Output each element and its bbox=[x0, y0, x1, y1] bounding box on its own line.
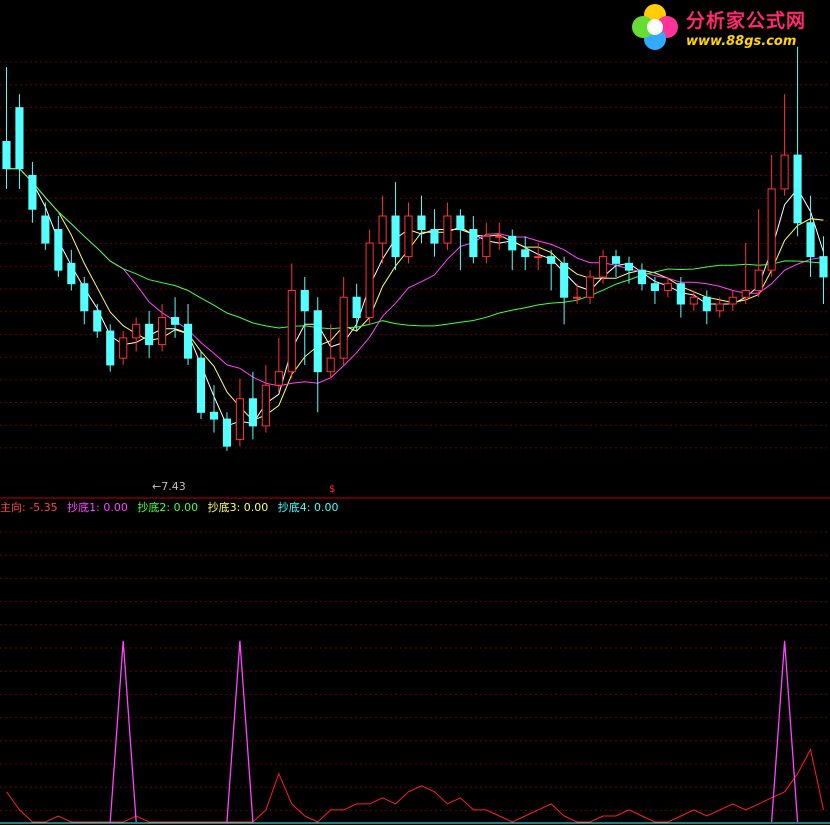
chaodi1-spike bbox=[109, 640, 137, 823]
candle-down bbox=[469, 229, 478, 258]
indicator-legend: 主向: -5.35 抄底1: 0.00 抄底2: 0.00 抄底3: 0.00 … bbox=[0, 499, 344, 515]
legend-chaodi3: 抄底3: 0.00 bbox=[207, 501, 269, 514]
candle-down bbox=[793, 154, 802, 224]
candle-up bbox=[158, 317, 167, 346]
candle-down bbox=[300, 289, 309, 312]
candle-down bbox=[521, 249, 530, 258]
candle-down bbox=[80, 283, 89, 312]
signal-marker: $ bbox=[329, 484, 336, 495]
candle-down bbox=[391, 215, 400, 258]
candle-down bbox=[637, 269, 647, 285]
candle-down bbox=[183, 323, 193, 359]
candle-up bbox=[534, 256, 543, 259]
candle-up bbox=[443, 215, 452, 244]
candle-down bbox=[676, 283, 685, 305]
legend-chaodi4: 抄底4: 0.00 bbox=[277, 501, 339, 514]
candle-up bbox=[689, 296, 698, 305]
candle-up bbox=[378, 215, 387, 244]
site-logo: 分析家公式网 www.88gs.com bbox=[628, 2, 828, 52]
candle-down bbox=[430, 229, 439, 244]
candle-down bbox=[560, 262, 569, 298]
candle-down bbox=[93, 310, 102, 332]
candle-up bbox=[132, 323, 141, 339]
candle-down bbox=[67, 262, 76, 285]
candle-down bbox=[624, 262, 634, 271]
candle-up bbox=[274, 371, 283, 386]
candle-down bbox=[508, 235, 517, 251]
candle-down bbox=[54, 229, 63, 271]
candle-up bbox=[754, 269, 763, 291]
candle-up bbox=[573, 296, 582, 299]
candle-up bbox=[598, 256, 608, 278]
candle-down bbox=[106, 330, 115, 366]
candle-down bbox=[41, 215, 50, 244]
candle-down bbox=[28, 174, 37, 210]
candle-down bbox=[145, 323, 154, 346]
candle-down bbox=[352, 296, 361, 319]
moving-average-line bbox=[6, 168, 824, 330]
candle-down bbox=[313, 310, 322, 373]
low-price-annotation: ←7.43 bbox=[152, 480, 186, 493]
moving-average-line bbox=[6, 168, 824, 387]
legend-chaodi2: 抄底2: 0.00 bbox=[137, 501, 199, 514]
candle-up bbox=[728, 296, 737, 305]
candle-up bbox=[663, 283, 672, 291]
candle-up bbox=[119, 337, 128, 359]
candle-down bbox=[15, 107, 24, 170]
candle-down bbox=[171, 317, 180, 325]
chaodi1-spike bbox=[226, 640, 254, 823]
candle-up bbox=[365, 242, 374, 319]
candle-up bbox=[404, 215, 413, 258]
main-direction-line bbox=[6, 748, 824, 823]
candle-down bbox=[2, 141, 11, 170]
candle-down bbox=[248, 398, 257, 427]
candle-down bbox=[702, 296, 711, 312]
candle-up bbox=[482, 235, 491, 258]
candle-up bbox=[339, 296, 348, 359]
logo-title: 分析家公式网 bbox=[686, 10, 807, 32]
candle-up bbox=[261, 384, 270, 427]
candle-down bbox=[417, 215, 426, 231]
candle-up bbox=[586, 276, 595, 298]
legend-chaodi1: 抄底1: 0.00 bbox=[67, 501, 128, 514]
flower-logo-icon bbox=[632, 4, 678, 50]
candle-down bbox=[456, 215, 465, 231]
candle-up bbox=[715, 303, 724, 312]
candle-up bbox=[495, 235, 504, 238]
candle-down bbox=[547, 256, 556, 264]
legend-main: 主向: -5.35 bbox=[0, 501, 58, 514]
candle-down bbox=[650, 283, 659, 291]
moving-average-line bbox=[6, 168, 824, 427]
candle-down bbox=[806, 222, 815, 258]
candle-up bbox=[287, 289, 296, 373]
candle-down bbox=[196, 357, 206, 413]
chaodi1-spike bbox=[770, 640, 799, 823]
candle-up bbox=[741, 289, 750, 298]
candle-up bbox=[235, 398, 244, 440]
candle-down bbox=[222, 418, 232, 447]
candle-up bbox=[767, 188, 776, 271]
candle-down bbox=[209, 411, 219, 420]
stock-chart bbox=[0, 46, 830, 824]
candle-up bbox=[326, 357, 335, 373]
moving-average-line bbox=[6, 168, 824, 421]
candle-down bbox=[611, 256, 621, 264]
logo-url: www.88gs.com bbox=[686, 34, 797, 49]
candle-down bbox=[819, 256, 828, 278]
candle-up bbox=[780, 154, 789, 190]
